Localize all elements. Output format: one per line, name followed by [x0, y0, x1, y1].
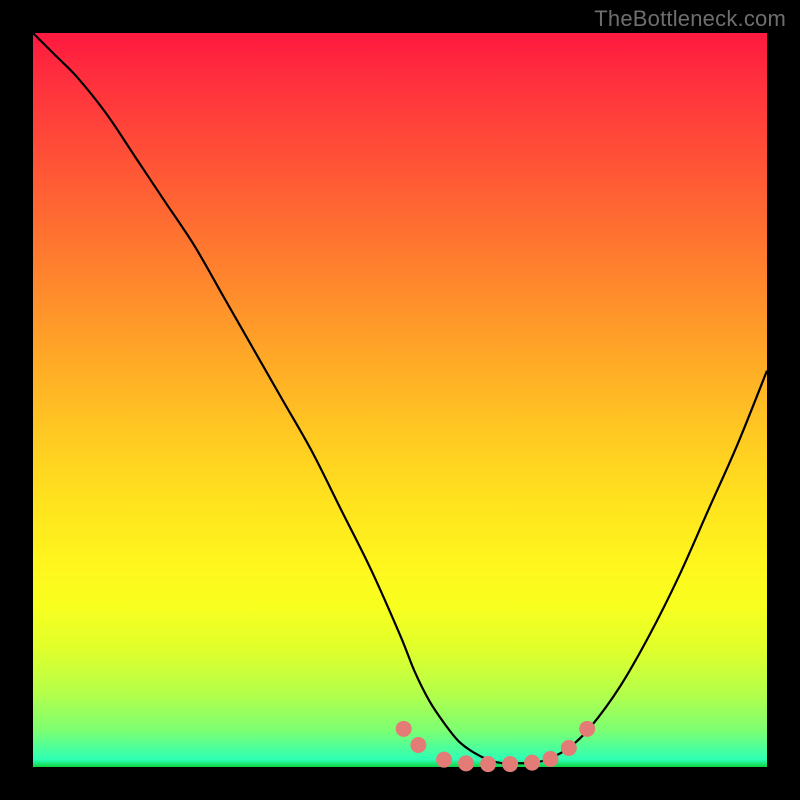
bottleneck-curve — [33, 33, 767, 764]
watermark-text: TheBottleneck.com — [594, 6, 786, 32]
marker-dot — [561, 740, 577, 756]
marker-dot — [458, 755, 474, 771]
marker-dot — [524, 755, 540, 771]
marker-dot — [579, 721, 595, 737]
marker-dot — [542, 751, 558, 767]
chart-frame: TheBottleneck.com — [0, 0, 800, 800]
chart-svg — [33, 33, 767, 767]
marker-dot — [480, 756, 496, 772]
marker-dot — [502, 756, 518, 772]
flat-region-markers — [396, 721, 595, 772]
plot-area — [33, 33, 767, 767]
marker-dot — [410, 737, 426, 753]
marker-dot — [396, 721, 412, 737]
marker-dot — [436, 752, 452, 768]
